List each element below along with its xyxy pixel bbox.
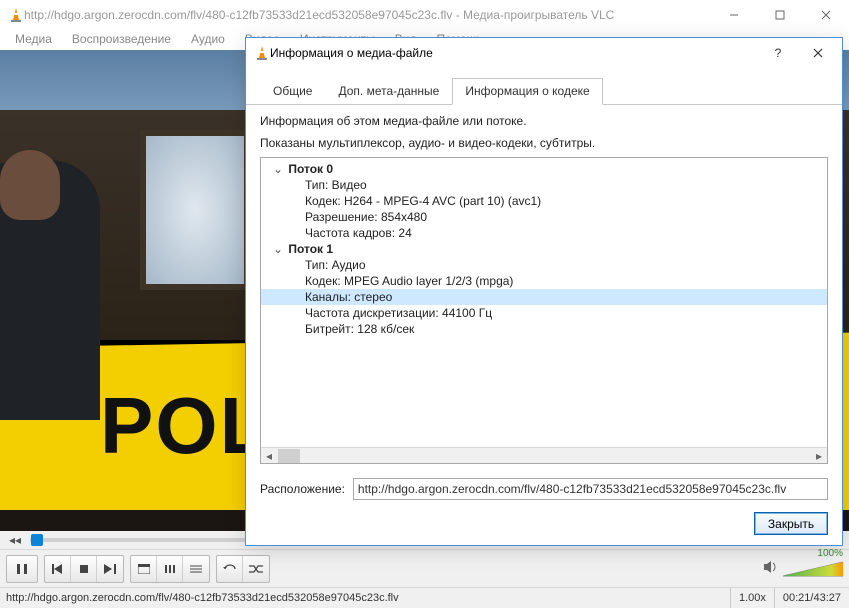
stream-header[interactable]: ⌄ Поток 0 — [261, 161, 827, 177]
tab-metadata[interactable]: Доп. мета-данные — [325, 78, 452, 105]
tab-codec[interactable]: Информация о кодеке — [452, 78, 602, 105]
loop-button[interactable] — [217, 556, 243, 582]
statusbar: http://hdgo.argon.zerocdn.com/flv/480-c1… — [0, 587, 849, 608]
close-button[interactable] — [803, 0, 849, 30]
scroll-left-icon[interactable]: ◂ — [261, 448, 277, 464]
scroll-thumb[interactable] — [278, 449, 300, 463]
scroll-right-icon[interactable]: ▸ — [811, 448, 827, 464]
dialog-title: Информация о медиа-файле — [270, 46, 758, 60]
step-back-icon[interactable]: ◂◂ — [6, 531, 24, 549]
stream-property[interactable]: Каналы: стерео — [261, 289, 827, 305]
stream-property[interactable]: Частота дискретизации: 44100 Гц — [261, 305, 827, 321]
prev-button[interactable] — [45, 556, 71, 582]
ext-settings-button[interactable] — [157, 556, 183, 582]
dialog-tabs: Общие Доп. мета-данные Информация о коде… — [246, 68, 842, 105]
vlc-icon — [254, 45, 270, 61]
menu-playback[interactable]: Воспроизведение — [63, 30, 180, 50]
status-speed[interactable]: 1.00x — [730, 588, 774, 608]
stop-button[interactable] — [71, 556, 97, 582]
next-button[interactable] — [97, 556, 123, 582]
stream-header[interactable]: ⌄ Поток 1 — [261, 241, 827, 257]
dialog-titlebar[interactable]: Информация о медиа-файле ? — [246, 38, 842, 68]
location-label: Расположение: — [260, 482, 345, 496]
fullscreen-button[interactable] — [131, 556, 157, 582]
vlc-icon — [8, 7, 24, 23]
stream-property[interactable]: Частота кадров: 24 — [261, 225, 827, 241]
codec-tree[interactable]: ⌄ Поток 0Тип: ВидеоКодек: H264 - MPEG-4 … — [260, 157, 828, 464]
shuffle-button[interactable] — [243, 556, 269, 582]
maximize-button[interactable] — [757, 0, 803, 30]
dialog-help-button[interactable]: ? — [758, 39, 798, 67]
volume-slider[interactable]: 100% — [783, 560, 843, 578]
info-line-2: Показаны мультиплексор, аудио- и видео-к… — [260, 135, 828, 151]
stream-property[interactable]: Тип: Аудио — [261, 257, 827, 273]
stream-property[interactable]: Битрейт: 128 кб/сек — [261, 321, 827, 337]
close-button[interactable]: Закрыть — [754, 512, 828, 535]
main-titlebar: http://hdgo.argon.zerocdn.com/flv/480-c1… — [0, 0, 849, 30]
stream-property[interactable]: Тип: Видео — [261, 177, 827, 193]
chevron-down-icon[interactable]: ⌄ — [271, 162, 285, 176]
dialog-close-button[interactable] — [798, 39, 838, 67]
menu-audio[interactable]: Аудио — [182, 30, 234, 50]
menu-media[interactable]: Медиа — [6, 30, 61, 50]
mute-icon[interactable] — [763, 560, 779, 577]
playlist-button[interactable] — [183, 556, 209, 582]
pause-button[interactable] — [7, 556, 37, 582]
tree-hscroll[interactable]: ◂ ▸ — [261, 447, 827, 463]
stream-property[interactable]: Разрешение: 854x480 — [261, 209, 827, 225]
stream-property[interactable]: Кодек: H264 - MPEG-4 AVC (part 10) (avc1… — [261, 193, 827, 209]
controlbar: 100% — [0, 549, 849, 587]
tab-general[interactable]: Общие — [260, 78, 325, 105]
main-title: http://hdgo.argon.zerocdn.com/flv/480-c1… — [24, 8, 711, 22]
volume-label: 100% — [817, 548, 843, 559]
info-line-1: Информация об этом медиа-файле или поток… — [260, 113, 828, 129]
stream-property[interactable]: Кодек: MPEG Audio layer 1/2/3 (mpga) — [261, 273, 827, 289]
seek-thumb[interactable] — [31, 534, 43, 546]
media-info-dialog: Информация о медиа-файле ? Общие Доп. ме… — [245, 37, 843, 546]
status-time: 00:21/43:27 — [774, 588, 849, 608]
status-path: http://hdgo.argon.zerocdn.com/flv/480-c1… — [0, 592, 730, 604]
chevron-down-icon[interactable]: ⌄ — [271, 242, 285, 256]
location-input[interactable] — [353, 478, 828, 500]
minimize-button[interactable] — [711, 0, 757, 30]
